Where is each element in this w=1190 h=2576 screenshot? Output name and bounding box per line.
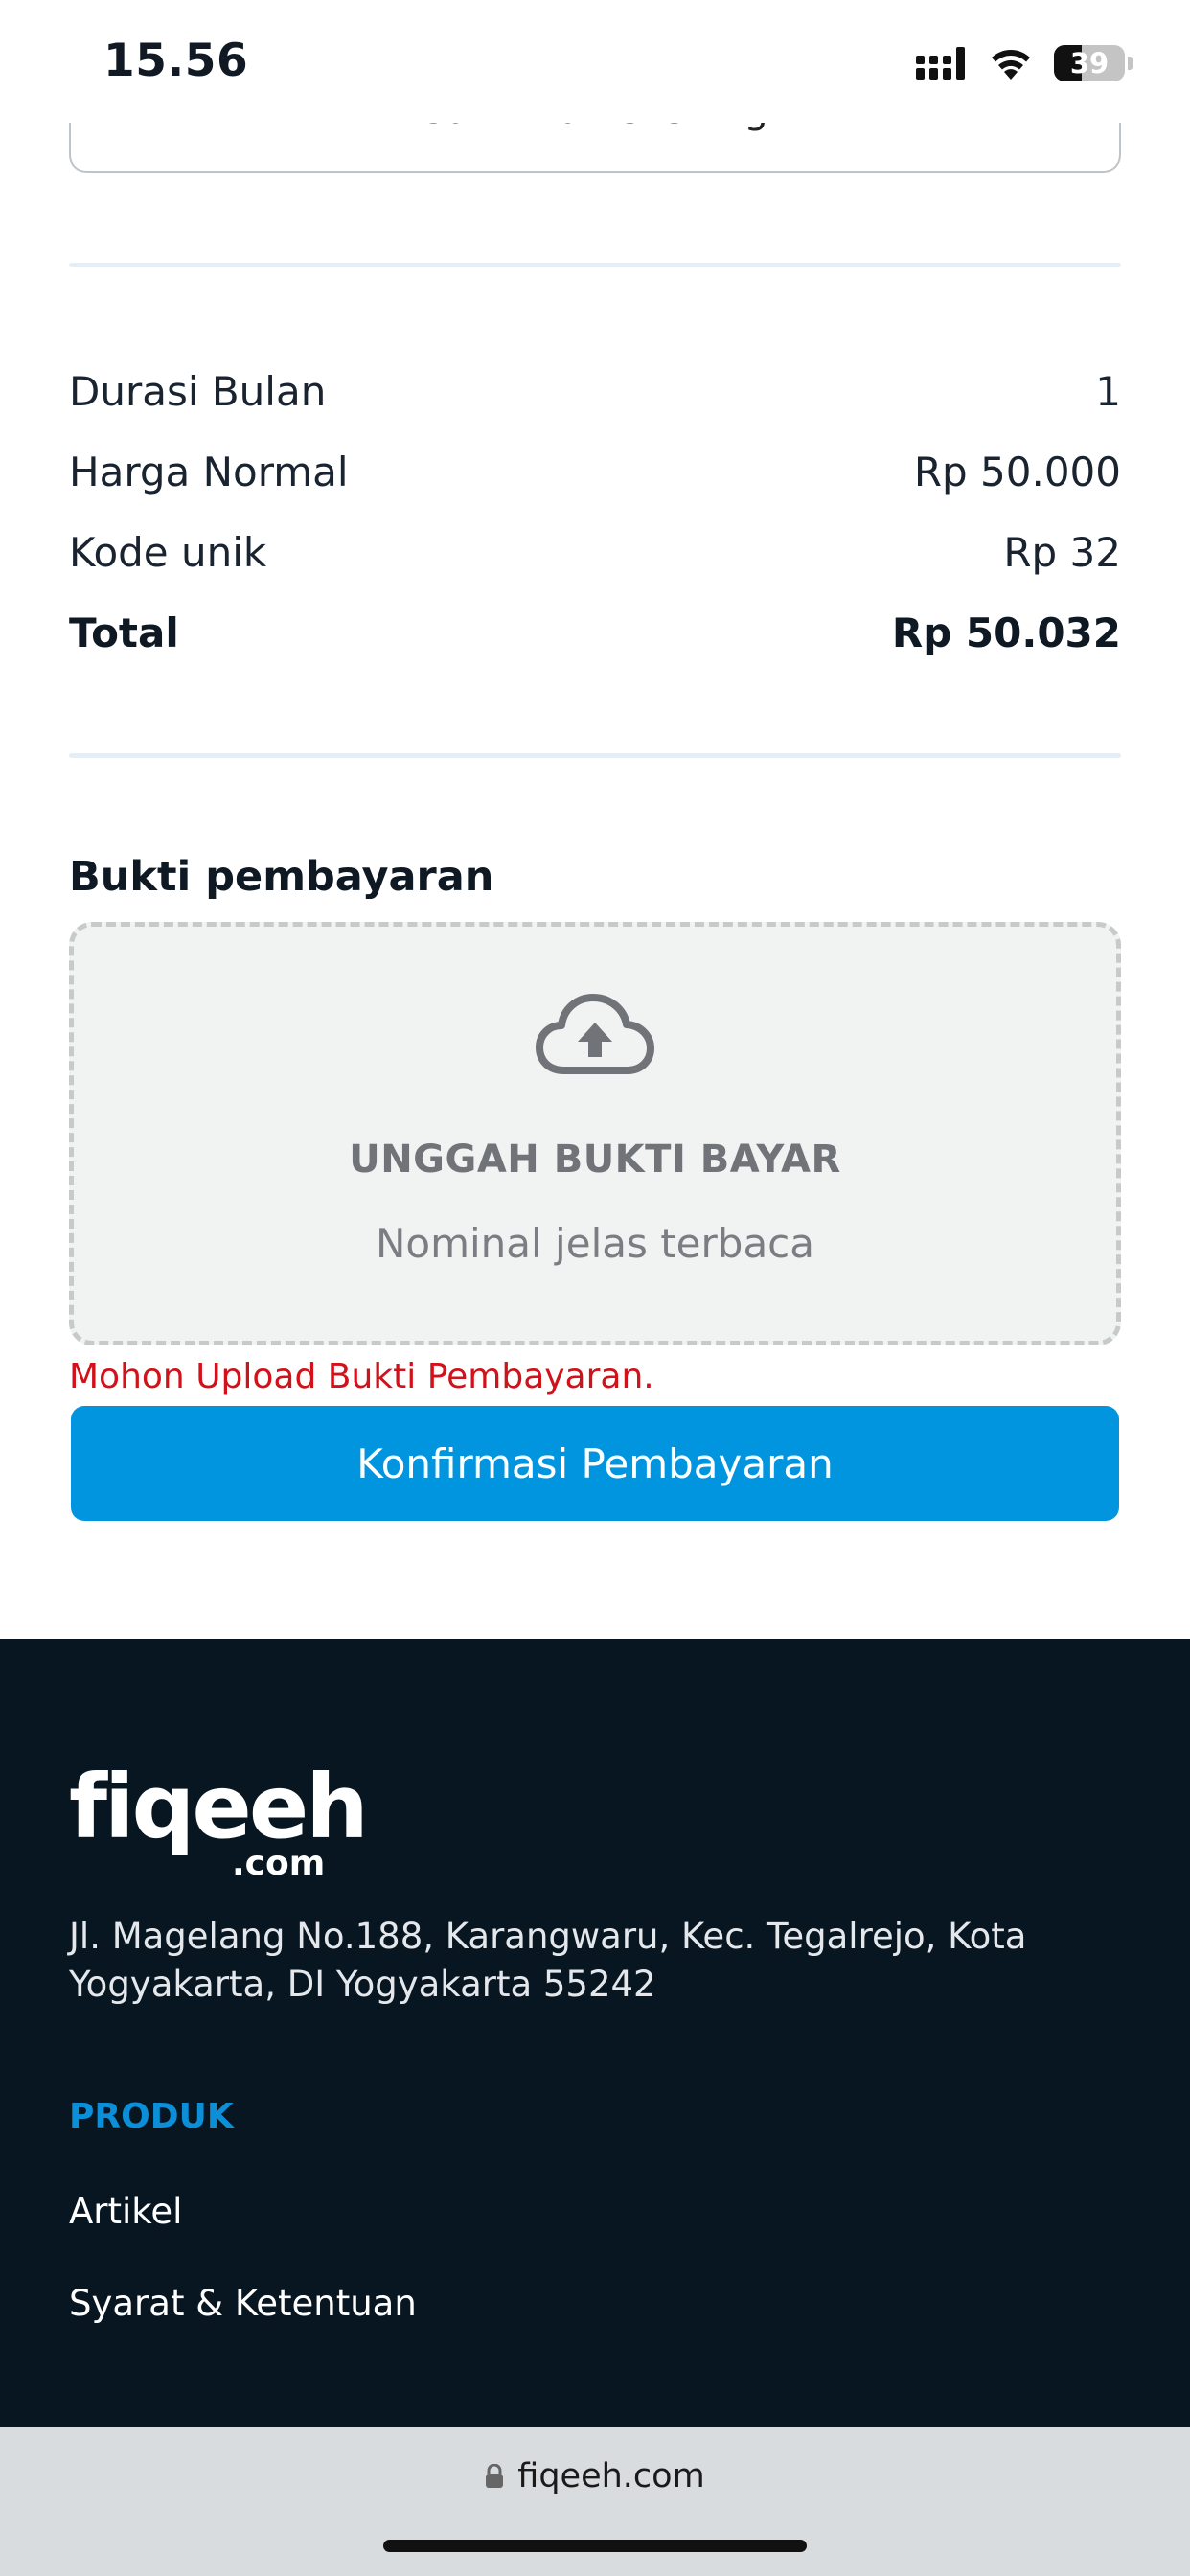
footer-link-terms[interactable]: Syarat & Ketentuan (69, 2283, 417, 2324)
summary-row-normal-price: Harga Normal Rp 50.000 (69, 443, 1121, 500)
footer: fiqeeh .com Jl. Magelang No.188, Karangw… (0, 1639, 1190, 2426)
home-indicator[interactable] (383, 2540, 807, 2552)
summary-value: 1 (1095, 367, 1121, 415)
cloud-upload-icon (536, 994, 654, 1074)
total-value: Rp 50.032 (891, 609, 1121, 656)
upload-error-message: Mohon Upload Bukti Pembayaran. (69, 1357, 654, 1396)
summary-label: Kode unik (69, 528, 267, 576)
url-field[interactable]: fiqeeh.com (0, 2457, 1190, 2496)
footer-heading-products: PRODUK (69, 2097, 234, 2136)
browser-address-bar: fiqeeh.com (0, 2426, 1190, 2576)
status-bar: 15.56 39 (0, 0, 1190, 123)
wifi-icon (992, 50, 1030, 80)
summary-value: Rp 50.000 (913, 448, 1121, 495)
battery-level: 39 (1069, 47, 1110, 80)
url-text: fiqeeh.com (517, 2457, 705, 2496)
cellular-signal-icon (916, 47, 965, 80)
payment-proof-title: Bukti pembayaran (69, 853, 494, 901)
status-time: 15.56 (103, 34, 249, 87)
upload-dropzone[interactable]: UNGGAH BUKTI BAYAR Nominal jelas terbaca (69, 922, 1121, 1346)
footer-link-articles[interactable]: Artikel (69, 2191, 182, 2232)
summary-row-total: Total Rp 50.032 (69, 604, 1121, 661)
fiqeeh-logo[interactable]: fiqeeh .com (69, 1756, 369, 1884)
battery-cap (1128, 57, 1133, 70)
footer-address: Jl. Magelang No.188, Karangwaru, Kec. Te… (69, 1916, 1027, 2005)
summary-value: Rp 32 (1003, 528, 1121, 576)
summary-label: Durasi Bulan (69, 367, 327, 415)
confirm-payment-button[interactable]: Konfirmasi Pembayaran (71, 1406, 1119, 1521)
logo-domain: .com (232, 1844, 326, 1883)
summary-row-unique-code: Kode unik Rp 32 (69, 523, 1121, 581)
status-icons: 39 (916, 42, 1133, 84)
upload-subtitle: Nominal jelas terbaca (375, 1220, 815, 1267)
lock-icon (486, 2464, 504, 2488)
logo-wordmark: fiqeeh (69, 1756, 369, 1858)
divider (69, 753, 1121, 758)
upload-title: UNGGAH BUKTI BAYAR (349, 1138, 841, 1182)
divider (69, 263, 1121, 267)
summary-row-duration: Durasi Bulan 1 (69, 362, 1121, 420)
total-label: Total (69, 609, 179, 656)
summary-label: Harga Normal (69, 448, 349, 495)
battery-icon: 39 (1054, 45, 1125, 81)
